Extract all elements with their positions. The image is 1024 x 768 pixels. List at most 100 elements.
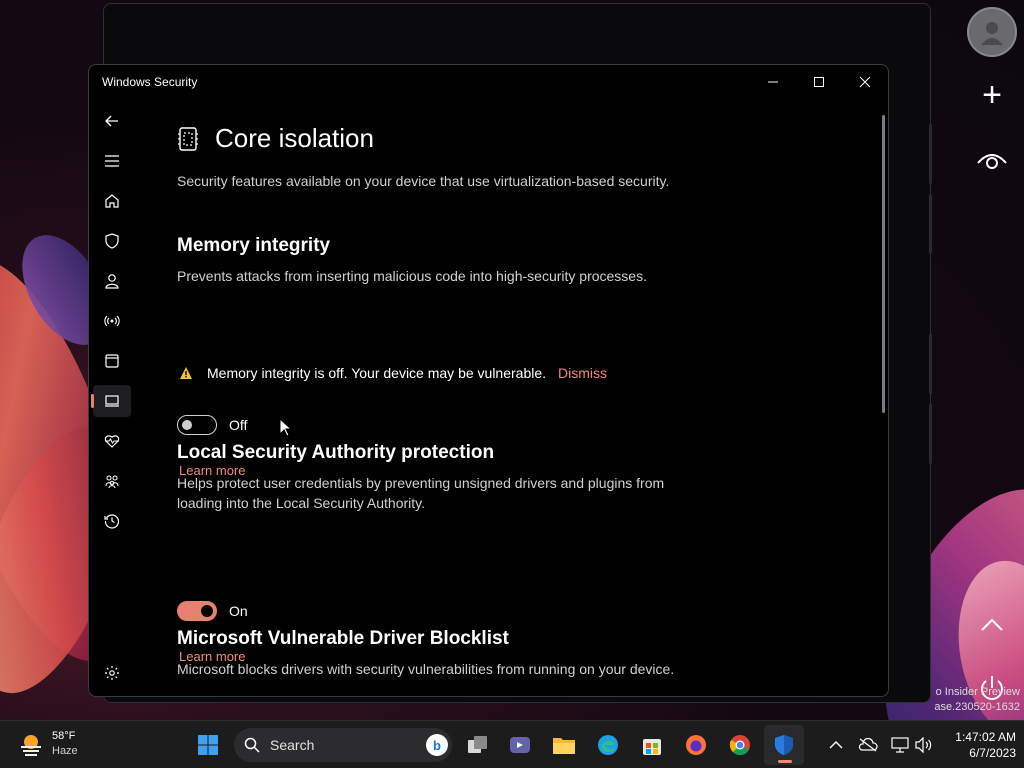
navigation-rail [89,101,149,696]
settings-gear-icon [105,666,119,680]
memory-integrity-toggle-label: Off [229,417,248,433]
firefox-icon [686,735,706,755]
weather-widget[interactable]: 58°F Haze [18,729,78,759]
family-icon [105,475,119,489]
history-icon [104,514,120,529]
maximize-button[interactable] [796,65,842,99]
page-header: Core isolation [177,123,374,154]
chrome-icon [729,735,750,756]
file-explorer-icon [553,738,575,754]
insider-watermark-line1: o Insider Preview [935,686,1020,698]
firefox-button[interactable] [676,725,716,765]
lsa-toggle-row: On [177,601,248,621]
laptop-icon [105,395,119,407]
wifi-signal-icon [104,315,120,327]
weather-temperature: 58°F [52,730,76,742]
memory-integrity-title: Memory integrity [177,235,331,256]
teams-icon [510,737,530,753]
taskbar-search[interactable]: Search b [234,728,452,762]
minimize-icon [768,81,778,83]
nav-protection-history[interactable] [93,505,131,537]
nav-app-browser-control[interactable] [93,345,131,377]
memory-integrity-description: Prevents attacks from inserting maliciou… [177,268,647,284]
app-window-icon [105,354,119,368]
lsa-protection-toggle[interactable] [177,601,217,621]
onedrive-offline-icon [858,738,878,752]
lsa-protection-title: Local Security Authority protection [177,442,495,463]
chrome-button[interactable] [720,725,760,765]
hamburger-menu-icon [105,155,119,167]
windows-security-taskbar-button[interactable] [764,725,804,765]
search-icon [244,737,260,753]
lsa-toggle-label: On [229,603,248,619]
windows-security-icon [775,735,793,755]
nav-settings[interactable] [93,657,131,689]
bing-icon[interactable]: b [426,734,448,756]
store-icon [643,739,661,755]
store-button[interactable] [632,725,672,765]
page-title: Core isolation [215,123,374,153]
nav-home[interactable] [93,185,131,217]
chevron-up-icon [829,741,843,749]
onedrive-tray-button[interactable] [858,735,878,755]
nav-device-security[interactable] [91,385,131,417]
taskbar: 58°F Haze Search b 1:47:02 AM 6/7/2023 [0,720,1024,768]
heart-pulse-icon [104,435,120,448]
network-tray-button[interactable] [890,735,910,755]
nav-family-options[interactable] [93,465,131,497]
lsa-protection-description: Helps protect user credentials by preven… [177,475,665,511]
driver-blocklist-title: Microsoft Vulnerable Driver Blocklist [177,628,509,649]
eye-icon[interactable] [975,145,1009,175]
maximize-icon [814,77,824,87]
home-icon [105,194,119,208]
nav-firewall[interactable] [93,305,131,337]
chevron-up-icon[interactable] [978,612,1006,636]
nav-virus-protection[interactable] [93,225,131,257]
edge-button[interactable] [588,725,628,765]
core-isolation-chip-icon [178,126,198,151]
weather-condition: Haze [52,745,78,757]
start-icon [198,735,218,755]
window-title: Windows Security [102,75,198,89]
haze-sun-icon [21,735,41,756]
edge-icon [598,735,618,755]
page-description: Security features available on your devi… [177,173,670,189]
task-view-button[interactable] [458,725,498,765]
person-icon [105,274,119,289]
close-button[interactable] [842,65,888,99]
file-explorer-button[interactable] [544,725,584,765]
show-hidden-icons-button[interactable] [826,735,846,755]
memory-integrity-toggle[interactable] [177,415,217,435]
close-icon [859,76,871,88]
taskbar-clock[interactable]: 1:47:02 AM 6/7/2023 [940,729,1016,761]
title-bar[interactable]: Windows Security [89,65,888,101]
clock-date: 6/7/2023 [969,746,1016,760]
nav-menu-button[interactable] [93,145,131,177]
nav-device-health[interactable] [93,425,131,457]
back-arrow-icon [105,115,118,127]
volume-icon [915,737,932,753]
memory-integrity-warning: Memory integrity is off. Your device may… [179,365,607,381]
shield-icon [105,233,119,249]
nav-account-protection[interactable] [93,265,131,297]
teams-button[interactable] [500,725,540,765]
start-button[interactable] [188,725,228,765]
task-view-icon [468,736,487,753]
person-icon [981,22,1003,45]
warning-text: Memory integrity is off. Your device may… [207,365,547,381]
driver-blocklist-description: Microsoft blocks drivers with security v… [177,661,675,677]
add-icon[interactable]: + [977,78,1007,112]
volume-tray-button[interactable] [914,735,934,755]
search-placeholder: Search [270,737,315,753]
vertical-scrollbar[interactable] [882,115,885,413]
nav-back-button[interactable] [93,105,131,137]
minimize-button[interactable] [750,65,796,99]
mouse-pointer-icon [279,418,291,437]
memory-integrity-toggle-row: Off [177,415,247,435]
insider-watermark-line2: ase.230520-1632 [934,701,1020,713]
user-avatar[interactable] [967,7,1017,57]
dismiss-link[interactable]: Dismiss [558,365,607,381]
windows-security-window: Windows Security Core isolation Security… [88,64,889,697]
clock-time: 1:47:02 AM [955,730,1016,744]
network-icon [891,737,909,753]
